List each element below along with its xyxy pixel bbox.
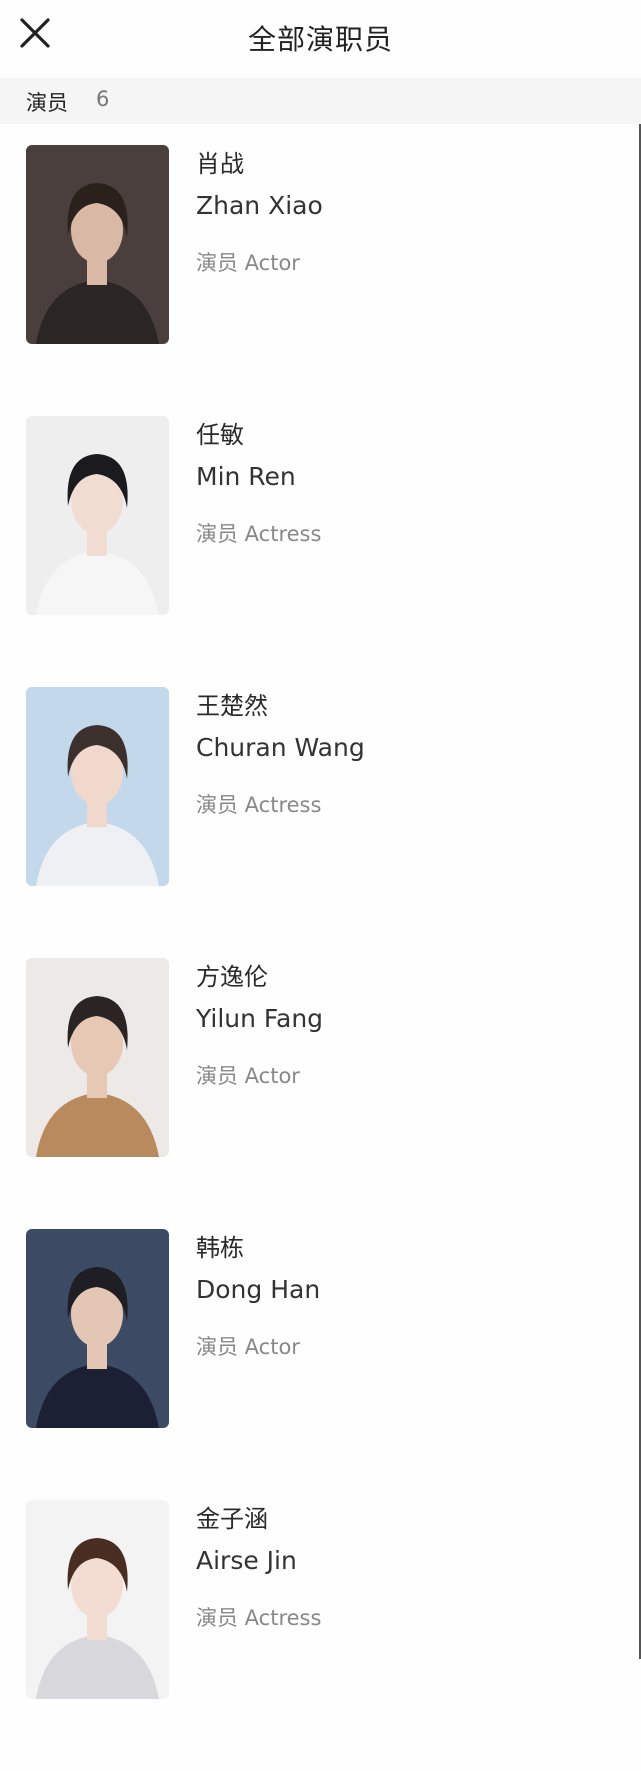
cast-name-english: Min Ren bbox=[196, 462, 296, 491]
cast-role: 演员 Actor bbox=[196, 1064, 300, 1088]
cast-item[interactable]: 金子涵 Airse Jin 演员 Actress bbox=[0, 1500, 636, 1771]
cast-name-chinese: 任敏 bbox=[196, 421, 244, 449]
cast-photo bbox=[26, 958, 169, 1157]
cast-list: 肖战 Zhan Xiao 演员 Actor 任敏 Min Ren 演员 Actr… bbox=[0, 145, 636, 1771]
cast-name-english: Airse Jin bbox=[196, 1546, 297, 1575]
portrait-image bbox=[26, 145, 169, 344]
cast-name-chinese: 金子涵 bbox=[196, 1505, 268, 1533]
top-bar: 全部演职员 bbox=[0, 0, 641, 78]
cast-item[interactable]: 王楚然 Churan Wang 演员 Actress bbox=[0, 687, 636, 958]
cast-name-chinese: 肖战 bbox=[196, 150, 244, 178]
cast-name-english: Dong Han bbox=[196, 1275, 321, 1304]
cast-photo bbox=[26, 1500, 169, 1699]
portrait-image bbox=[26, 687, 169, 886]
portrait-image bbox=[26, 1500, 169, 1699]
cast-name-chinese: 王楚然 bbox=[196, 692, 268, 720]
cast-name-english: Churan Wang bbox=[196, 733, 365, 762]
portrait-image bbox=[26, 416, 169, 615]
cast-section-header: 演员 6 bbox=[0, 78, 641, 124]
cast-item[interactable]: 方逸伦 Yilun Fang 演员 Actor bbox=[0, 958, 636, 1229]
cast-role: 演员 Actor bbox=[196, 251, 300, 275]
cast-role: 演员 Actress bbox=[196, 522, 322, 546]
cast-photo bbox=[26, 687, 169, 886]
section-count: 6 bbox=[96, 87, 110, 111]
section-label: 演员 bbox=[26, 91, 68, 115]
cast-role: 演员 Actress bbox=[196, 1606, 322, 1630]
cast-photo bbox=[26, 1229, 169, 1428]
cast-photo bbox=[26, 416, 169, 615]
cast-role: 演员 Actor bbox=[196, 1335, 300, 1359]
cast-item[interactable]: 肖战 Zhan Xiao 演员 Actor bbox=[0, 145, 636, 416]
cast-photo bbox=[26, 145, 169, 344]
cast-name-english: Yilun Fang bbox=[196, 1004, 324, 1033]
cast-item[interactable]: 任敏 Min Ren 演员 Actress bbox=[0, 416, 636, 687]
cast-name-chinese: 方逸伦 bbox=[196, 963, 268, 991]
page-title: 全部演职员 bbox=[247, 23, 393, 56]
cast-role: 演员 Actress bbox=[196, 793, 322, 817]
cast-name-english: Zhan Xiao bbox=[196, 191, 323, 220]
portrait-image bbox=[26, 1229, 169, 1428]
cast-item[interactable]: 韩栋 Dong Han 演员 Actor bbox=[0, 1229, 636, 1500]
portrait-image bbox=[26, 958, 169, 1157]
cast-name-chinese: 韩栋 bbox=[196, 1234, 244, 1262]
